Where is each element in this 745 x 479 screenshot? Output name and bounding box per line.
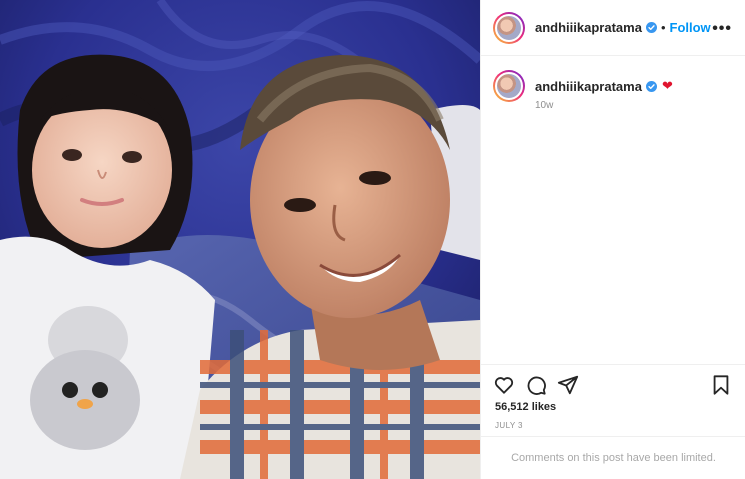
instagram-post: andhiiikapratama • Follow ••• andhiiikap…	[0, 0, 745, 479]
author-username[interactable]: andhiiikapratama	[535, 20, 642, 35]
post-photo[interactable]	[0, 0, 480, 479]
heart-emoji: ❤	[661, 78, 673, 93]
verified-badge-icon	[645, 22, 657, 33]
caption-username[interactable]: andhiiikapratama	[535, 79, 642, 94]
bookmark-icon[interactable]	[710, 374, 732, 396]
likes-count[interactable]: 56,512 likes	[495, 401, 556, 413]
comments-limited-notice: Comments on this post have been limited.	[481, 436, 745, 479]
post-header: andhiiikapratama • Follow •••	[481, 0, 745, 56]
caption-text: andhiiikapratama ❤	[535, 78, 673, 94]
share-icon[interactable]	[557, 374, 579, 396]
follow-button[interactable]: Follow	[670, 20, 711, 35]
post-date: JULY 3	[495, 421, 523, 430]
caption: andhiiikapratama ❤	[493, 70, 673, 102]
separator-dot: •	[660, 20, 666, 35]
action-bar	[481, 364, 745, 403]
comment-icon[interactable]	[525, 374, 547, 396]
caption-avatar[interactable]	[493, 70, 525, 102]
more-options-icon[interactable]: •••	[712, 20, 732, 38]
post-side-panel: andhiiikapratama • Follow ••• andhiiikap…	[480, 0, 745, 479]
author-avatar[interactable]	[493, 11, 525, 44]
verified-badge-icon	[645, 80, 657, 92]
photo-illustration	[0, 0, 480, 479]
heart-icon[interactable]	[493, 374, 515, 396]
caption-time-ago: 10w	[535, 100, 554, 111]
